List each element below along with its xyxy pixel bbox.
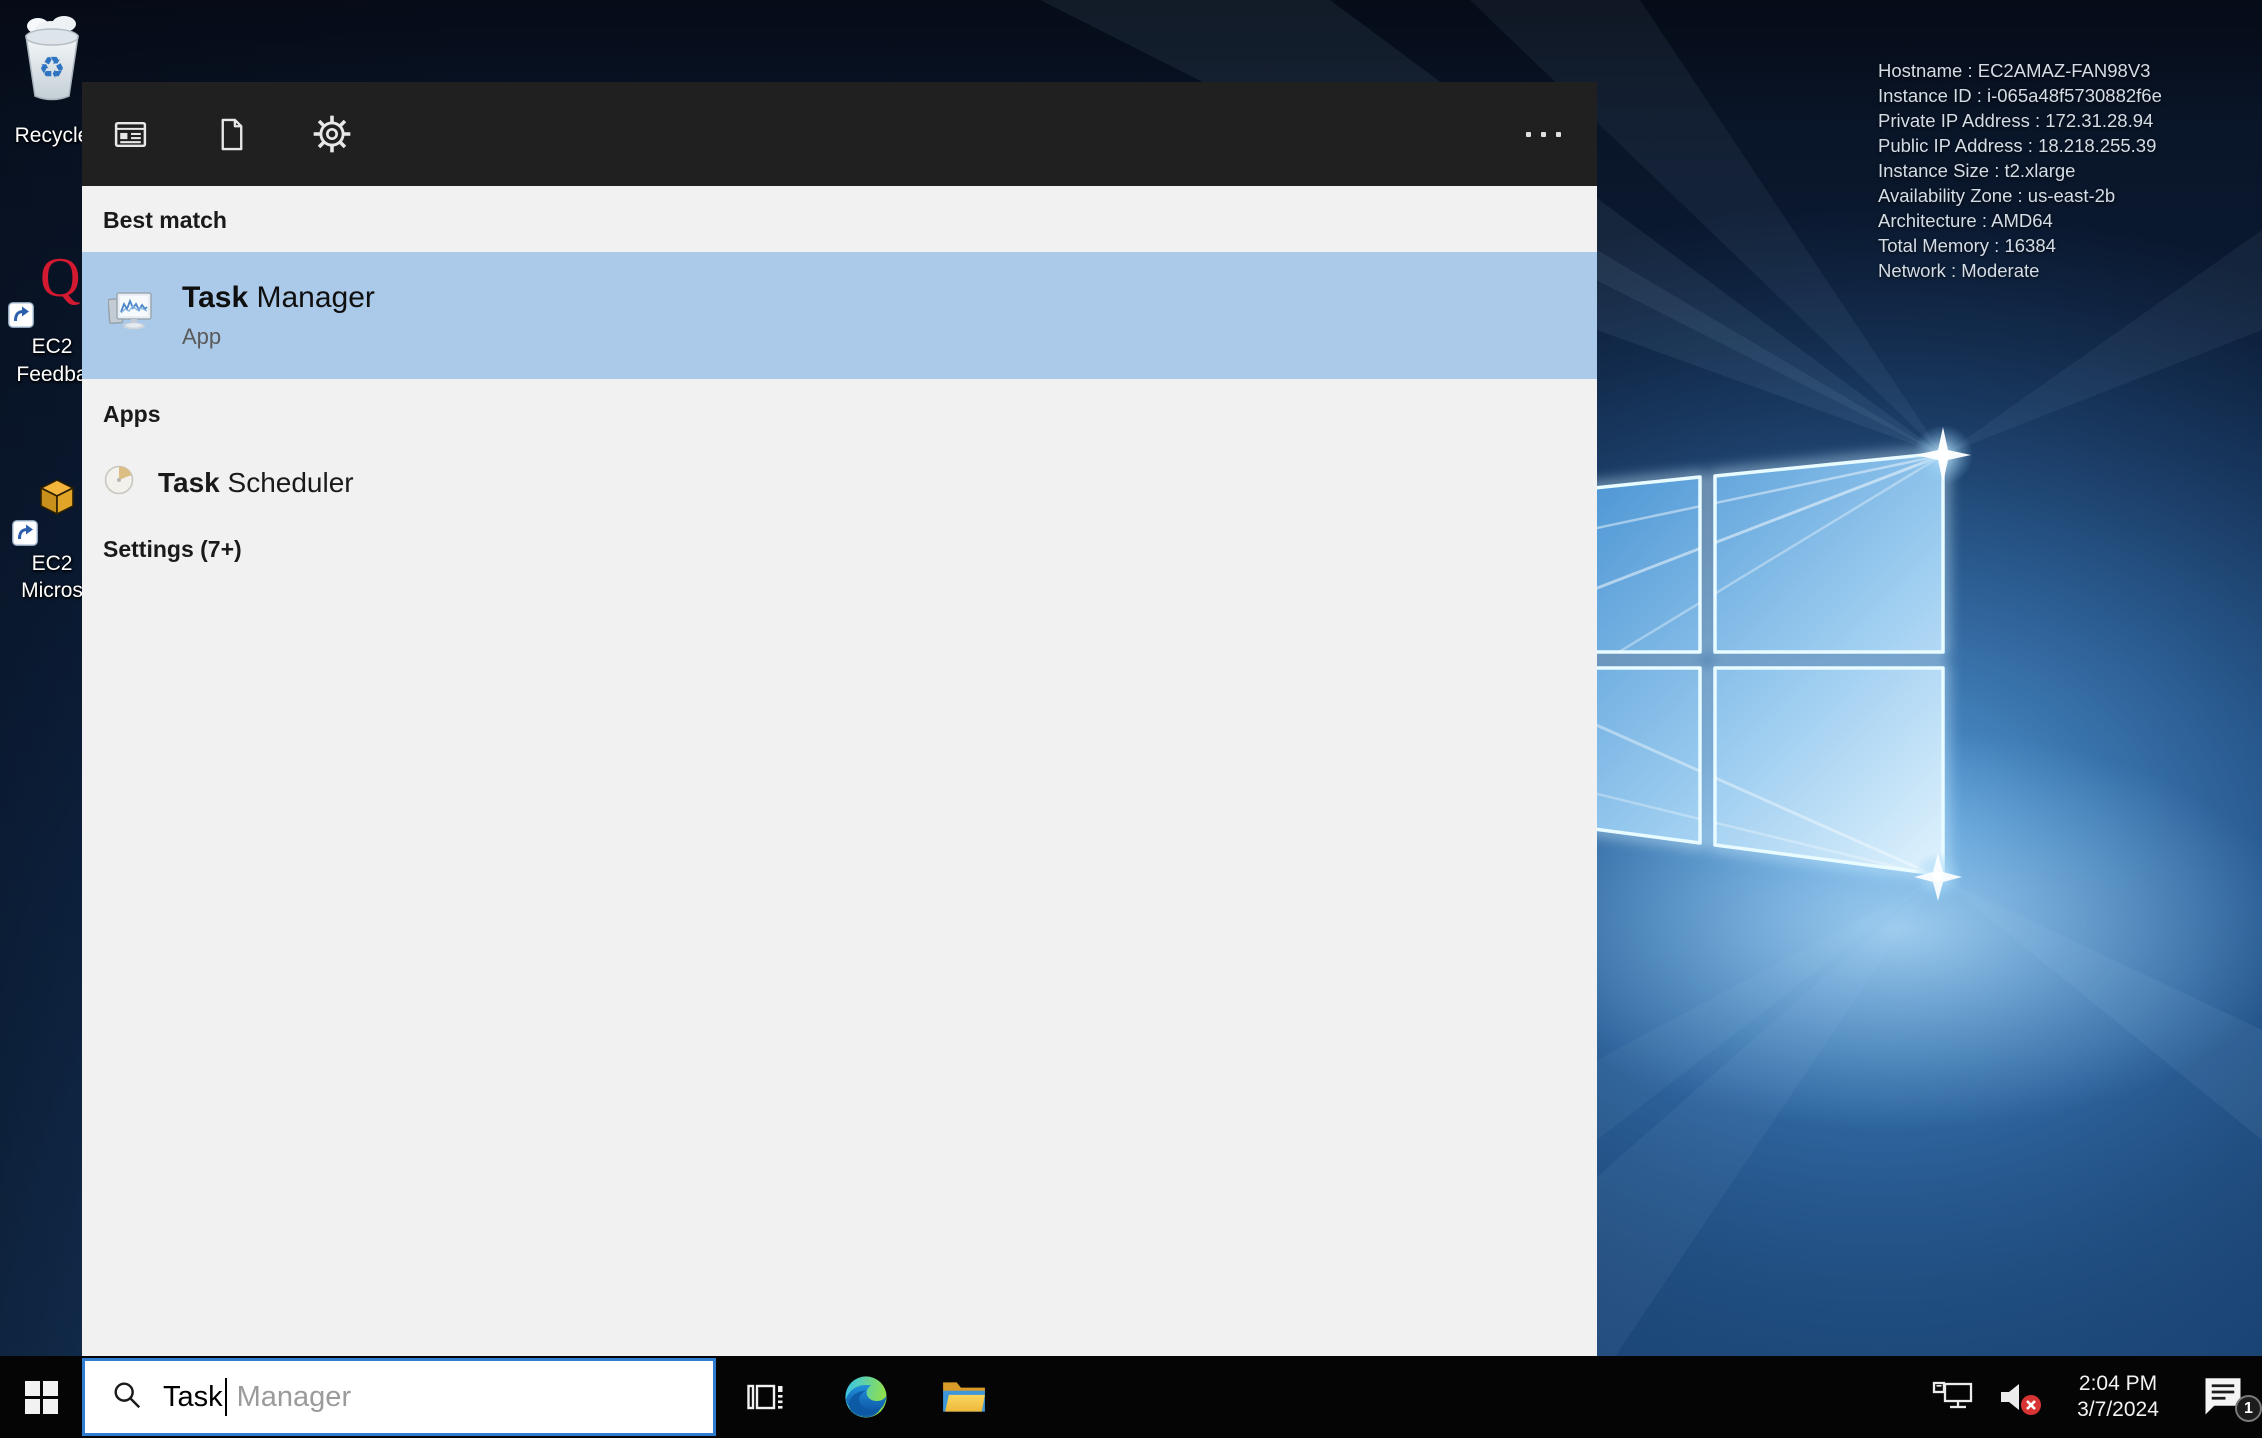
start-button[interactable] — [0, 1356, 82, 1438]
instance-info-line: Private IP Address : 172.31.28.94 — [1878, 110, 2154, 131]
shortcut-arrow-icon — [12, 520, 38, 546]
search-filter-bar — [82, 82, 1597, 186]
file-explorer-icon — [943, 1382, 985, 1412]
file-explorer-button[interactable] — [926, 1356, 1002, 1438]
search-panel: Best match Task Manager App Apps Task Sc… — [82, 82, 1597, 1356]
instance-info-line: Public IP Address : 18.218.255.39 — [1878, 135, 2157, 156]
edge-icon — [845, 1376, 887, 1418]
system-tray: 2:04 PM 3/7/2024 1 — [1932, 1356, 2262, 1438]
result-task-scheduler[interactable]: Task Scheduler — [82, 445, 1597, 520]
settings-header: Settings (7+) — [103, 536, 242, 562]
instance-info-line: Instance Size : t2.xlarge — [1878, 160, 2076, 181]
task-manager-icon — [107, 292, 154, 339]
result-title: Task Scheduler — [158, 466, 354, 498]
taskbar-clock[interactable]: 2:04 PM 3/7/2024 — [2066, 1371, 2170, 1423]
shortcut-arrow-icon — [8, 302, 34, 328]
best-match-header: Best match — [103, 207, 227, 233]
task-view-button[interactable] — [727, 1356, 803, 1438]
clock-time: 2:04 PM — [2078, 1372, 2158, 1395]
windows-start-icon — [24, 1380, 58, 1414]
volume-muted-icon[interactable] — [1998, 1378, 2044, 1416]
settings-filter-icon[interactable] — [312, 114, 352, 154]
instance-info-line: Hostname : EC2AMAZ-FAN98V3 — [1878, 60, 2151, 81]
taskbar: Task Manager 2:04 PM 3/7/2024 1 — [0, 1356, 2262, 1438]
search-suggestion-text: Manager — [236, 1380, 352, 1413]
ellipsis-icon[interactable] — [1526, 82, 1561, 186]
result-title: Task Manager — [182, 281, 375, 314]
instance-info-line: Total Memory : 16384 — [1878, 235, 2056, 256]
search-results: Best match Task Manager App Apps Task Sc… — [82, 186, 1597, 1356]
aws-cube-icon — [38, 478, 76, 521]
result-subtitle: App — [182, 324, 222, 349]
result-task-manager[interactable]: Task Manager App — [82, 252, 1597, 379]
search-icon — [111, 1379, 143, 1416]
apps-header: Apps — [103, 401, 161, 427]
edge-browser-button[interactable] — [828, 1356, 904, 1438]
network-icon[interactable] — [1932, 1380, 1976, 1414]
action-center-icon[interactable]: 1 — [2192, 1366, 2262, 1428]
desktop: ♻ Recycle Q EC2 Feedba EC2 Micros Hostna… — [0, 0, 2262, 1438]
notification-badge: 1 — [2235, 1395, 2262, 1422]
documents-filter-icon[interactable] — [211, 114, 251, 154]
text-caret — [224, 1378, 227, 1416]
task-view-icon — [747, 1384, 783, 1410]
clock-date: 3/7/2024 — [2077, 1398, 2159, 1421]
taskbar-search-input[interactable]: Task Manager — [82, 1358, 716, 1436]
search-typed-text: Task — [163, 1380, 223, 1413]
task-scheduler-icon — [103, 464, 135, 501]
recycle-symbol-icon: ♻ — [38, 52, 66, 85]
instance-info-line: Network : Moderate — [1878, 260, 2040, 281]
apps-filter-icon[interactable] — [110, 114, 150, 154]
instance-info: Hostname : EC2AMAZ-FAN98V3 Instance ID : … — [1878, 58, 2162, 283]
instance-info-line: Architecture : AMD64 — [1878, 210, 2053, 231]
ec2-feedback-icon: Q — [40, 247, 81, 309]
instance-info-line: Instance ID : i-065a48f5730882f6e — [1878, 85, 2162, 106]
instance-info-line: Availability Zone : us-east-2b — [1878, 185, 2116, 206]
